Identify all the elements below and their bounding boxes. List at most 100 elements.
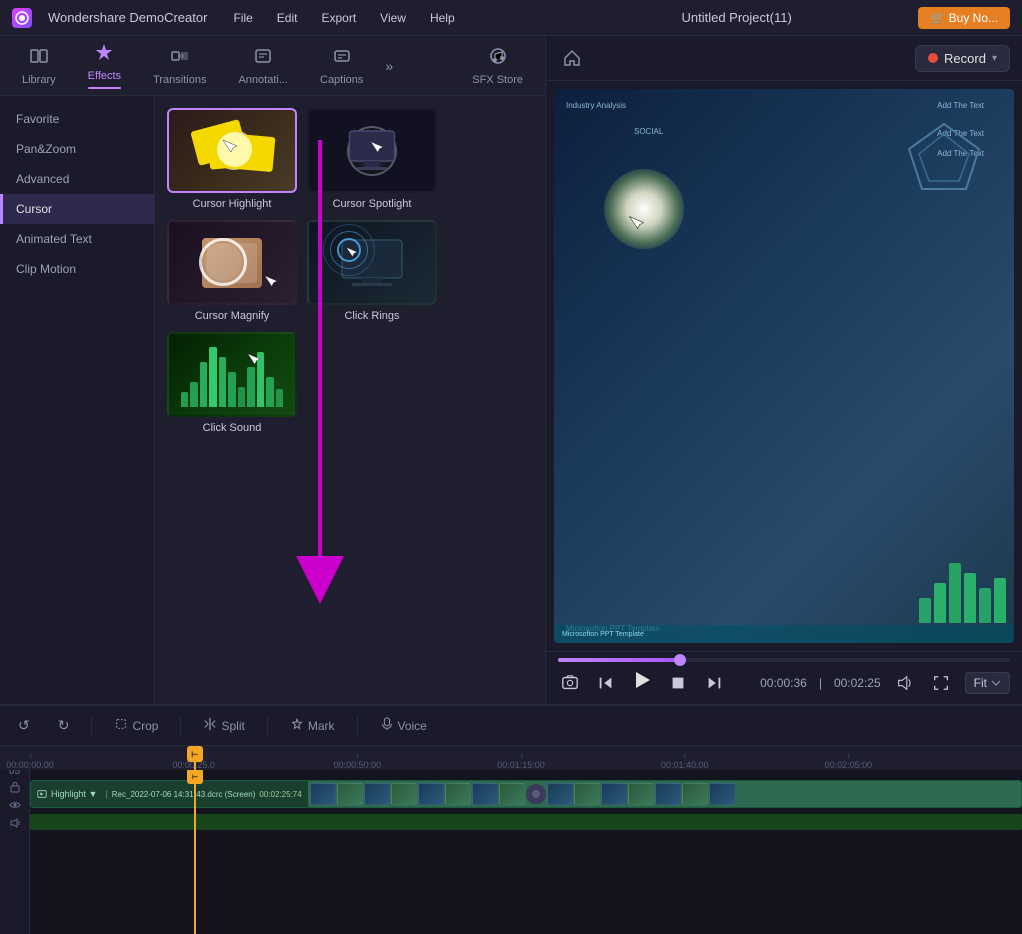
effect-cursor-highlight-label: Cursor Highlight — [193, 198, 272, 210]
sidebar-item-panzoom[interactable]: Pan&Zoom — [0, 134, 154, 164]
volume-button[interactable] — [893, 671, 917, 695]
voice-label: Voice — [398, 719, 427, 733]
sidebar-item-cursor[interactable]: Cursor — [0, 194, 154, 224]
time-separator: | — [819, 676, 822, 690]
effect-cursor-magnify[interactable]: Cursor Magnify — [167, 220, 297, 322]
timeline-toolbar: ↺ ↻ Crop Split Mark — [0, 706, 1022, 746]
track-thumb-4 — [391, 783, 417, 805]
effect-click-sound[interactable]: Click Sound — [167, 332, 297, 434]
toolbar-transitions-label: Transitions — [153, 74, 206, 86]
track-mute-button[interactable] — [9, 817, 21, 832]
track-visibility-button[interactable] — [9, 799, 21, 814]
split-icon — [203, 717, 217, 734]
split-button[interactable]: Split — [197, 714, 250, 737]
track-labels: 05 — [0, 770, 30, 934]
progress-thumb[interactable] — [674, 654, 686, 666]
toolbar-effects-label: Effects — [88, 70, 121, 82]
effect-cursor-spotlight[interactable]: Cursor Spotlight — [307, 108, 437, 210]
progress-bar[interactable] — [558, 658, 1010, 662]
track-thumb-3 — [364, 783, 390, 805]
fit-select[interactable]: Fit — [965, 672, 1010, 694]
title-bar: Wondershare DemoCreator File Edit Export… — [0, 0, 1022, 36]
home-button[interactable] — [558, 44, 586, 72]
effect-cursor-highlight[interactable]: Cursor Highlight — [167, 108, 297, 210]
menu-export[interactable]: Export — [311, 7, 366, 29]
voice-button[interactable]: Voice — [374, 714, 433, 737]
effect-cursor-spotlight-thumb — [307, 108, 437, 193]
toolbar-effects[interactable]: Effects — [74, 36, 135, 95]
track-content-area: Highlight ▼ | Rec_2022-07-06 14:31-43.dc… — [30, 770, 1022, 934]
redo-button[interactable]: ↻ — [52, 714, 76, 737]
effect-click-sound-label: Click Sound — [203, 422, 262, 434]
video-track[interactable]: Highlight ▼ | Rec_2022-07-06 14:31-43.dc… — [30, 780, 1022, 808]
ruler-mark-3: 00:01:15:00 — [497, 760, 545, 770]
slide-bottom-bar: Microsofton PPT Template — [554, 625, 1014, 643]
toolbar-divider-2 — [180, 716, 181, 736]
effect-click-sound-thumb — [167, 332, 297, 417]
right-panel: Record ▾ Industry Analysis Add The Text … — [545, 36, 1022, 704]
track-thumb-8 — [499, 783, 525, 805]
menu-view[interactable]: View — [370, 7, 416, 29]
app-logo — [12, 8, 32, 28]
record-chevron-icon: ▾ — [992, 53, 997, 64]
track-thumb-1 — [310, 783, 336, 805]
track-thumb-14 — [682, 783, 708, 805]
toolbar-more[interactable]: » — [381, 54, 397, 78]
ruler-mark-0: 00:00:00.00 — [6, 760, 54, 770]
annotations-icon — [253, 46, 273, 71]
track-thumb-13 — [655, 783, 681, 805]
timeline-content: 00:00:00.00 00:00:25.0 00:00:50:00 00:01… — [0, 746, 1022, 934]
menu-file[interactable]: File — [223, 7, 262, 29]
toolbar-sfxstore[interactable]: SFX Store — [458, 40, 537, 92]
ruler-playhead-line: ⊢ — [194, 746, 196, 770]
timeline-tracks: 05 — [0, 770, 1022, 934]
effect-click-rings-thumb — [307, 220, 437, 305]
sidebar-item-favorite[interactable]: Favorite — [0, 104, 154, 134]
play-button[interactable] — [630, 668, 654, 698]
progress-fill — [558, 658, 680, 662]
toolbar-divider-1 — [91, 716, 92, 736]
record-label: Record — [944, 51, 986, 66]
toolbar-transitions[interactable]: Transitions — [139, 40, 220, 92]
mark-button[interactable]: Mark — [284, 714, 341, 737]
toolbar-library[interactable]: Library — [8, 40, 70, 92]
left-controls — [558, 668, 726, 698]
sidebar-item-advanced[interactable]: Advanced — [0, 164, 154, 194]
track-lock-button[interactable] — [9, 781, 21, 796]
track-thumb-11 — [601, 783, 627, 805]
screenshot-button[interactable] — [558, 671, 582, 695]
playback-controls: 00:00:36 | 00:02:25 Fit — [558, 668, 1010, 698]
track-thumb-12 — [628, 783, 654, 805]
slide-text-industry: Industry Analysis — [566, 101, 626, 110]
total-time: 00:02:25 — [834, 676, 881, 690]
undo-button[interactable]: ↺ — [12, 714, 36, 737]
timeline-ruler[interactable]: 00:00:00.00 00:00:25.0 00:00:50:00 00:01… — [0, 746, 1022, 770]
record-dot — [928, 53, 938, 63]
track-thumb-2 — [337, 783, 363, 805]
toolbar-captions[interactable]: Captions — [306, 40, 377, 92]
menu-edit[interactable]: Edit — [267, 7, 308, 29]
toolbar-annotations[interactable]: Annotati... — [224, 40, 302, 92]
left-panel: Library Effects Transitions Annotati.. — [0, 36, 545, 704]
sidebar: Favorite Pan&Zoom Advanced Cursor Animat… — [0, 96, 155, 704]
cursor-arrow-in-preview — [628, 215, 644, 234]
track-thumb-5 — [418, 783, 444, 805]
skip-back-button[interactable] — [594, 671, 618, 695]
skip-forward-button[interactable] — [702, 671, 726, 695]
stop-button[interactable] — [666, 671, 690, 695]
effect-track-row — [30, 812, 1022, 832]
track-header-chip: Highlight ▼ | Rec_2022-07-06 14:31-43.dc… — [31, 781, 308, 807]
mark-icon — [290, 717, 304, 734]
sidebar-item-animatedtext[interactable]: Animated Text — [0, 224, 154, 254]
crop-button[interactable]: Crop — [108, 714, 164, 737]
menu-help[interactable]: Help — [420, 7, 465, 29]
toolbar-library-label: Library — [22, 74, 56, 86]
sidebar-item-clipmotion[interactable]: Clip Motion — [0, 254, 154, 284]
buy-button[interactable]: 🛒 Buy No... — [918, 7, 1010, 29]
effect-click-rings[interactable]: Click Rings — [307, 220, 437, 322]
fullscreen-button[interactable] — [929, 671, 953, 695]
record-button[interactable]: Record ▾ — [915, 45, 1010, 72]
audio-track[interactable] — [30, 814, 1022, 830]
effect-cursor-magnify-label: Cursor Magnify — [195, 310, 270, 322]
ruler-mark-2: 00:00:50:00 — [334, 760, 382, 770]
